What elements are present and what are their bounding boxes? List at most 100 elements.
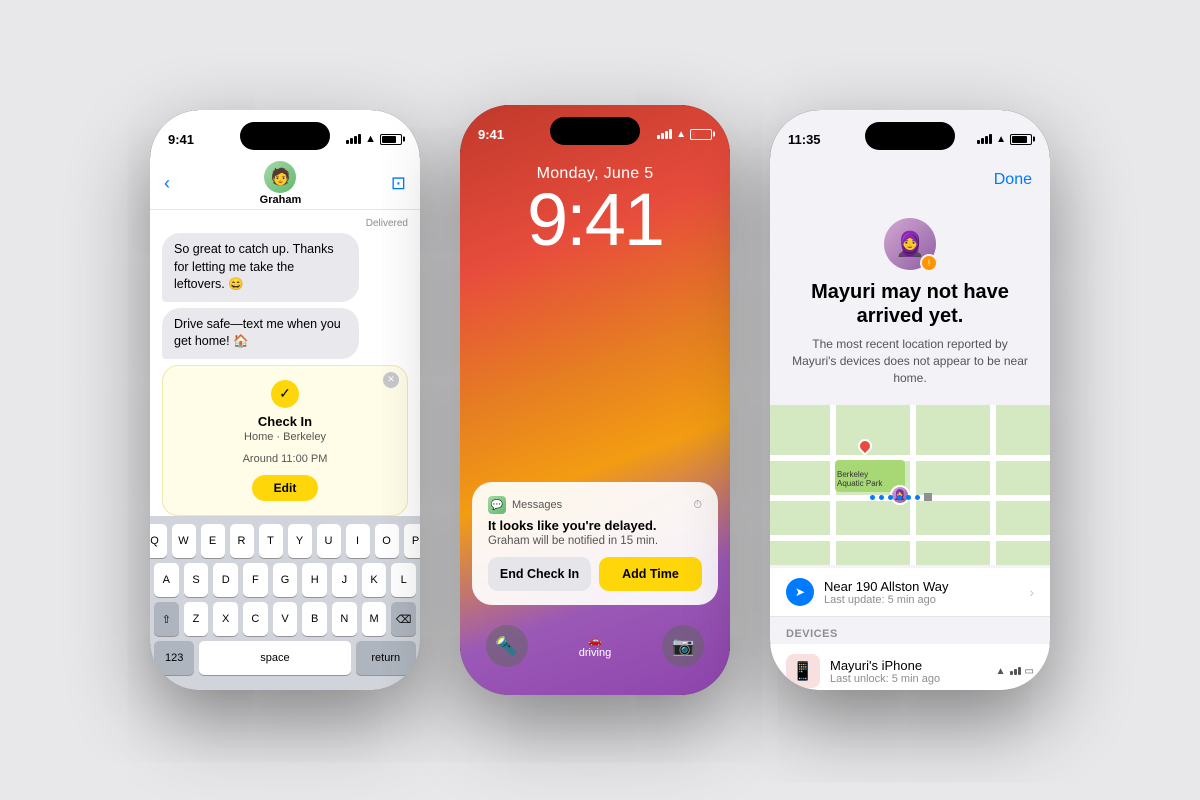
iphone-device-signals: ▲ ▭ (996, 666, 1034, 677)
mayuri-avatar: 🧕 ! (884, 218, 936, 270)
signal-icon-right (977, 134, 992, 144)
warning-badge: ! (920, 254, 938, 272)
location-row[interactable]: ➤ Near 190 Allston Way Last update: 5 mi… (770, 568, 1050, 617)
signal-icon-center (657, 129, 672, 139)
key-m[interactable]: M (362, 602, 387, 636)
back-button[interactable]: ‹ (164, 173, 170, 194)
camera-button[interactable]: 📷 (662, 625, 704, 667)
findmy-alert-subtitle: The most recent location reported by May… (790, 336, 1030, 386)
key-s[interactable]: S (184, 563, 209, 597)
location-chevron-icon: › (1029, 584, 1034, 600)
location-update: Last update: 5 min ago (824, 594, 1019, 606)
dynamic-island-left (240, 122, 330, 150)
end-checkin-button[interactable]: End Check In (488, 557, 591, 591)
findmy-alert-title: Mayuri may not have arrived yet. (790, 280, 1030, 328)
checkin-title: Check In (177, 414, 393, 429)
checkin-card: ✕ ✓ Check In Home · Berkeley Around 11:0… (162, 365, 408, 516)
key-k[interactable]: K (362, 563, 387, 597)
status-icons-left: ▲ (346, 133, 402, 145)
ls-card-actions: End Check In Add Time (488, 557, 702, 591)
ls-card-app-name: Messages (512, 499, 562, 511)
location-text: Near 190 Allston Way Last update: 5 min … (824, 579, 1019, 606)
key-x[interactable]: X (213, 602, 238, 636)
key-b[interactable]: B (302, 602, 327, 636)
findmy-map[interactable]: BerkeleyAquatic Park 🧕 (770, 405, 1050, 565)
video-call-icon[interactable]: ⊡ (391, 173, 406, 194)
keyboard-row-bottom: 123 space return (154, 641, 416, 675)
key-o[interactable]: O (375, 524, 399, 558)
imessage-header: ‹ 🧑 Graham ⊡ (150, 158, 420, 210)
key-space[interactable]: space (199, 641, 350, 675)
checkin-close-button[interactable]: ✕ (383, 372, 399, 388)
iphone-device-icon: 📱 (786, 654, 820, 688)
key-t[interactable]: T (259, 524, 283, 558)
map-route-dots (870, 493, 932, 501)
key-p[interactable]: P (404, 524, 421, 558)
battery-icon-center (690, 129, 712, 140)
contact-name: Graham (260, 194, 302, 206)
key-a[interactable]: A (154, 563, 179, 597)
add-time-button[interactable]: Add Time (599, 557, 702, 591)
flashlight-button[interactable]: 🔦 (486, 625, 528, 667)
key-h[interactable]: H (302, 563, 327, 597)
keyboard-row-2: A S D F G H J K L (154, 563, 416, 597)
delivered-label: Delivered (162, 218, 408, 229)
iphone-device-update: Last unlock: 5 min ago (830, 673, 986, 685)
key-y[interactable]: Y (288, 524, 312, 558)
wifi-icon-center: ▲ (676, 129, 686, 140)
key-c[interactable]: C (243, 602, 268, 636)
key-d[interactable]: D (213, 563, 238, 597)
location-name: Near 190 Allston Way (824, 579, 1019, 594)
wifi-icon-left: ▲ (365, 133, 376, 145)
done-button[interactable]: Done (994, 171, 1032, 189)
battery-icon-left (380, 134, 402, 145)
key-q[interactable]: Q (150, 524, 167, 558)
key-e[interactable]: E (201, 524, 225, 558)
device-row-iphone[interactable]: 📱 Mayuri's iPhone Last unlock: 5 min ago… (770, 644, 1050, 690)
phone-right-screen: 11:35 ▲ Done 🧕 ! (770, 110, 1050, 690)
iphone-device-name: Mayuri's iPhone (830, 658, 986, 673)
status-time-right: 11:35 (788, 132, 821, 147)
key-delete[interactable]: ⌫ (391, 602, 416, 636)
message-bubble-2: Drive safe—text me when you get home! 🏠 (162, 308, 359, 359)
map-road-v2 (910, 405, 916, 565)
driving-icon: 🚗 (579, 634, 611, 647)
key-n[interactable]: N (332, 602, 357, 636)
key-v[interactable]: V (273, 602, 298, 636)
status-icons-right: ▲ (977, 134, 1032, 145)
key-j[interactable]: J (332, 563, 357, 597)
contact-info[interactable]: 🧑 Graham (260, 161, 302, 206)
iphone-device-info: Mayuri's iPhone Last unlock: 5 min ago (830, 658, 986, 685)
dynamic-island-right (865, 122, 955, 150)
checkin-details-2: Around 11:00 PM (177, 453, 393, 465)
signal-icon-left (346, 134, 361, 144)
battery-icon-right (1010, 134, 1032, 145)
key-l[interactable]: L (391, 563, 416, 597)
key-123[interactable]: 123 (154, 641, 194, 675)
key-g[interactable]: G (273, 563, 298, 597)
checkin-edit-button[interactable]: Edit (252, 475, 319, 501)
contact-avatar: 🧑 (264, 161, 296, 193)
phone-left: 9:41 ▲ ‹ 🧑 Graham ⊡ (150, 110, 420, 690)
lockscreen-notification-card: 💬 Messages ⏱ It looks like you're delaye… (472, 482, 718, 605)
ls-card-subtitle: Graham will be notified in 15 min. (488, 535, 702, 547)
findmy-alert: 🧕 ! Mayuri may not have arrived yet. The… (770, 202, 1050, 406)
ls-card-title: It looks like you're delayed. (488, 518, 702, 533)
key-i[interactable]: I (346, 524, 370, 558)
key-r[interactable]: R (230, 524, 254, 558)
location-arrow-icon: ➤ (786, 578, 814, 606)
key-f[interactable]: F (243, 563, 268, 597)
key-w[interactable]: W (172, 524, 196, 558)
devices-section: DEVICES 📱 Mayuri's iPhone Last unlock: 5… (770, 620, 1050, 690)
status-time-center: 9:41 (478, 127, 504, 142)
ls-card-header: 💬 Messages ⏱ (488, 496, 702, 514)
key-u[interactable]: U (317, 524, 341, 558)
checkin-check-icon: ✓ (271, 380, 299, 408)
key-z[interactable]: Z (184, 602, 209, 636)
keyboard-row-1: Q W E R T Y U I O P (154, 524, 416, 558)
key-shift[interactable]: ⇧ (154, 602, 179, 636)
checkin-details-1: Home · Berkeley (177, 431, 393, 443)
keyboard-row-3: ⇧ Z X C V B N M ⌫ (154, 602, 416, 636)
key-return[interactable]: return (356, 641, 416, 675)
map-pin-destination (855, 436, 875, 456)
